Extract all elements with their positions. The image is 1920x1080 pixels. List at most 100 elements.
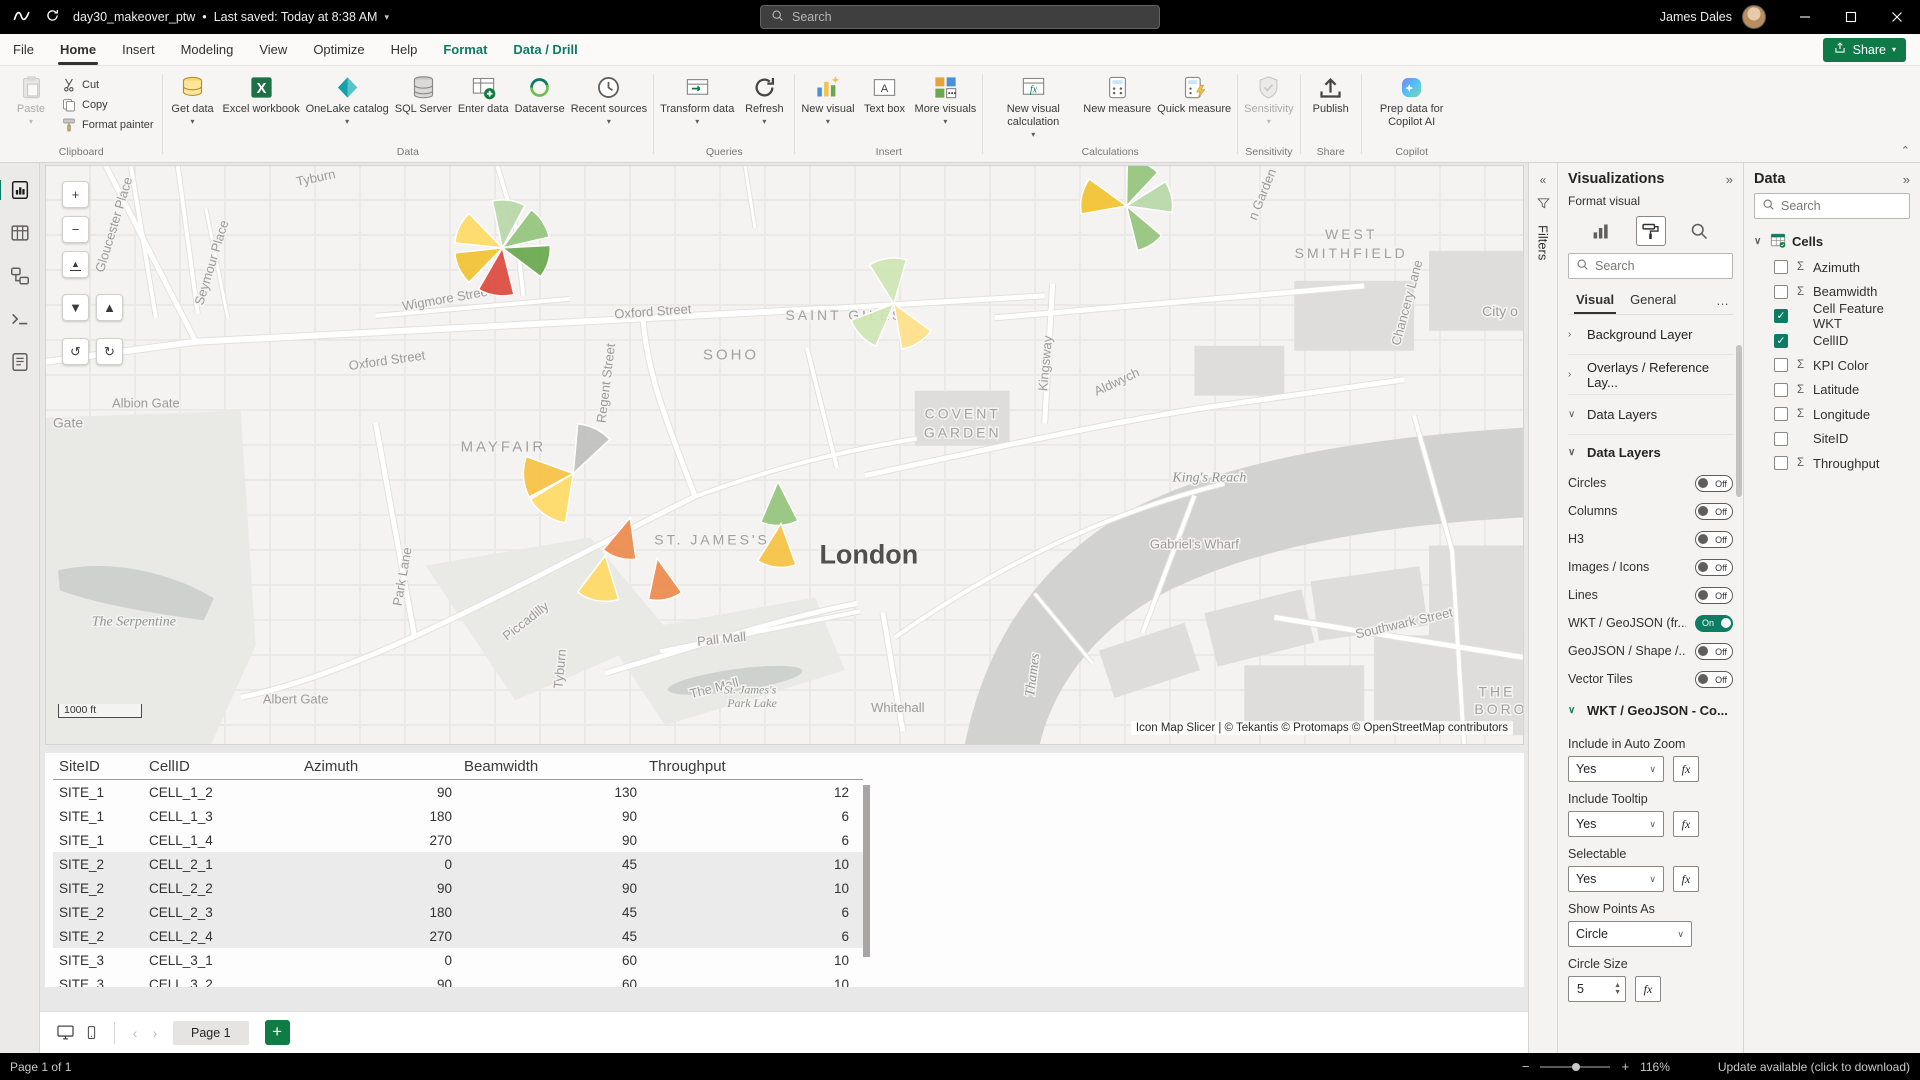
ribbon-button-cut[interactable]: Cut (61, 77, 154, 93)
table-view-button[interactable] (7, 220, 33, 246)
table-row[interactable]: SITE_1CELL_1_29013012 (53, 780, 863, 804)
dropdown-include-tooltip[interactable]: Yes∨ (1568, 811, 1664, 837)
ribbon-button-prep-data-for-copilot-ai[interactable]: Prep data for Copilot AI (1365, 70, 1459, 133)
column-header-azimuth[interactable]: Azimuth (298, 758, 458, 775)
data-search-input[interactable]: Search (1754, 193, 1910, 219)
wkt-geojson-card-header[interactable]: ∨WKT / GeoJSON - Co... (1568, 693, 1733, 727)
field-checkbox[interactable]: ✓ (1774, 309, 1788, 323)
format-visual-icon[interactable] (1636, 216, 1666, 246)
desktop-layout-icon[interactable] (52, 1020, 78, 1046)
field-row-azimuth[interactable]: ΣAzimuth (1754, 255, 1910, 280)
ribbon-button-new-measure[interactable]: New measure (1080, 70, 1154, 120)
share-button[interactable]: Share ▾ (1823, 38, 1906, 62)
build-visual-icon[interactable] (1587, 216, 1617, 246)
column-header-throughput[interactable]: Throughput (643, 758, 855, 775)
pitch-button[interactable]: ▲ (62, 251, 89, 278)
toggle-images-icons[interactable]: Off (1695, 559, 1733, 576)
ribbon-button-new-visual[interactable]: New visual▾ (798, 70, 857, 130)
toggle-wkt-geojson-fr[interactable]: On (1695, 615, 1733, 632)
field-checkbox[interactable] (1774, 432, 1788, 446)
field-checkbox[interactable] (1774, 260, 1788, 274)
ribbon-button-format-painter[interactable]: Format painter (61, 117, 154, 133)
menu-tab-help[interactable]: Help (378, 34, 431, 65)
field-checkbox[interactable] (1774, 456, 1788, 470)
field-checkbox[interactable] (1774, 407, 1788, 421)
table-row[interactable]: SITE_3CELL_3_106010 (53, 948, 863, 972)
menu-tab-data-drill[interactable]: Data / Drill (500, 34, 590, 65)
ribbon-button-quick-measure[interactable]: Quick measure (1154, 70, 1234, 120)
sync-icon[interactable] (44, 7, 61, 27)
spinner-circle-size[interactable]: 5▲▼ (1568, 976, 1626, 1002)
viz-pane-scrollbar[interactable] (1736, 345, 1742, 497)
field-row-cellid[interactable]: ✓CellID (1754, 329, 1910, 354)
title-caret-icon[interactable]: ▾ (384, 12, 389, 23)
filters-pane-label[interactable]: Filters (1536, 225, 1551, 260)
field-row-kpi-color[interactable]: ΣKPI Color (1754, 353, 1910, 378)
table-row[interactable]: SITE_2CELL_2_3180456 (53, 900, 863, 924)
expand-filters-icon[interactable]: « (1540, 173, 1547, 187)
field-row-latitude[interactable]: ΣLatitude (1754, 378, 1910, 403)
more-options-icon[interactable]: … (1716, 293, 1733, 308)
table-row[interactable]: SITE_2CELL_2_104510 (53, 852, 863, 876)
dropdown-include-in-auto-zoom[interactable]: Yes∨ (1568, 756, 1664, 782)
zoom-out-button[interactable]: − (1522, 1059, 1530, 1074)
toggle-lines[interactable]: Off (1695, 587, 1733, 604)
viz-tab-general[interactable]: General (1622, 286, 1684, 314)
toggle-h3[interactable]: Off (1695, 531, 1733, 548)
rotate-right-button[interactable]: ↻ (96, 338, 123, 365)
add-page-button[interactable]: + (265, 1020, 290, 1045)
table-row[interactable]: SITE_2CELL_2_4270456 (53, 924, 863, 948)
toggle-columns[interactable]: Off (1695, 503, 1733, 520)
column-header-beamwidth[interactable]: Beamwidth (458, 758, 643, 775)
data-layers-card-header[interactable]: ∨Data Layers (1568, 435, 1733, 469)
fx-button-include-tooltip[interactable]: fx (1673, 811, 1699, 837)
spinner-arrows-icon[interactable]: ▲▼ (1614, 982, 1621, 996)
menu-tab-insert[interactable]: Insert (109, 34, 168, 65)
zoom-slider[interactable] (1540, 1066, 1610, 1068)
format-section-background-layer[interactable]: ›Background Layer (1568, 315, 1733, 355)
collapse-data-icon[interactable]: » (1903, 172, 1910, 187)
icon-map-visual[interactable]: Gloucester PlaceTyburnSeymour PlaceWigmo… (45, 165, 1524, 745)
previous-page-button[interactable]: ‹ (125, 1025, 145, 1041)
zoom-level[interactable]: 116% (1640, 1060, 1670, 1074)
ribbon-button-dataverse[interactable]: Dataverse (512, 70, 568, 120)
column-header-cellid[interactable]: CellID (143, 758, 298, 775)
viz-search-input[interactable]: Search (1568, 253, 1733, 279)
zoom-slider-knob[interactable] (1572, 1063, 1580, 1071)
tilt-down-button[interactable]: ▼ (62, 294, 89, 321)
collapse-visualizations-icon[interactable]: » (1726, 172, 1733, 187)
menu-tab-optimize[interactable]: Optimize (300, 34, 377, 65)
fx-button-include-in-auto-zoom[interactable]: fx (1673, 756, 1699, 782)
dax-query-view-button[interactable] (7, 306, 33, 332)
table-visual[interactable]: SiteIDCellIDAzimuthBeamwidthThroughput S… (45, 753, 1524, 987)
table-row[interactable]: SITE_2CELL_2_2909010 (53, 876, 863, 900)
ribbon-button-transform-data[interactable]: Transform data▾ (657, 70, 737, 130)
ribbon-button-onelake-catalog[interactable]: OneLake catalog▾ (303, 70, 392, 130)
minimize-button[interactable] (1782, 0, 1828, 34)
table-row[interactable]: SITE_1CELL_1_4270906 (53, 828, 863, 852)
ribbon-button-paste[interactable]: Paste▾ (4, 70, 58, 130)
format-section-data-layers[interactable]: ∨Data Layers (1568, 395, 1733, 435)
tmdl-view-button[interactable] (7, 349, 33, 375)
model-view-button[interactable] (7, 263, 33, 289)
menu-tab-modeling[interactable]: Modeling (168, 34, 247, 65)
fx-button-selectable[interactable]: fx (1673, 866, 1699, 892)
next-page-button[interactable]: › (145, 1025, 165, 1041)
field-row-throughput[interactable]: ΣThroughput (1754, 451, 1910, 476)
table-row[interactable]: SITE_1CELL_1_3180906 (53, 804, 863, 828)
field-checkbox[interactable] (1774, 383, 1788, 397)
page-tab-page-1[interactable]: Page 1 (173, 1021, 249, 1045)
field-checkbox[interactable] (1774, 285, 1788, 299)
ribbon-button-excel-workbook[interactable]: XExcel workbook (220, 70, 303, 120)
toggle-circles[interactable]: Off (1695, 475, 1733, 492)
ribbon-button-enter-data[interactable]: Enter data (455, 70, 512, 120)
dropdown-selectable[interactable]: Yes∨ (1568, 866, 1664, 892)
toggle-vector-tiles[interactable]: Off (1695, 671, 1733, 688)
global-search-input[interactable]: Search (760, 5, 1160, 29)
fx-button-circle-size[interactable]: fx (1635, 976, 1661, 1002)
document-title[interactable]: day30_makeover_ptw • Last saved: Today a… (73, 10, 389, 24)
menu-tab-file[interactable]: File (0, 34, 47, 65)
dropdown-show-points-as[interactable]: Circle∨ (1568, 921, 1692, 947)
field-row-cell-feature-wkt[interactable]: ✓Cell Feature WKT (1754, 304, 1910, 329)
mobile-layout-icon[interactable] (78, 1020, 104, 1046)
